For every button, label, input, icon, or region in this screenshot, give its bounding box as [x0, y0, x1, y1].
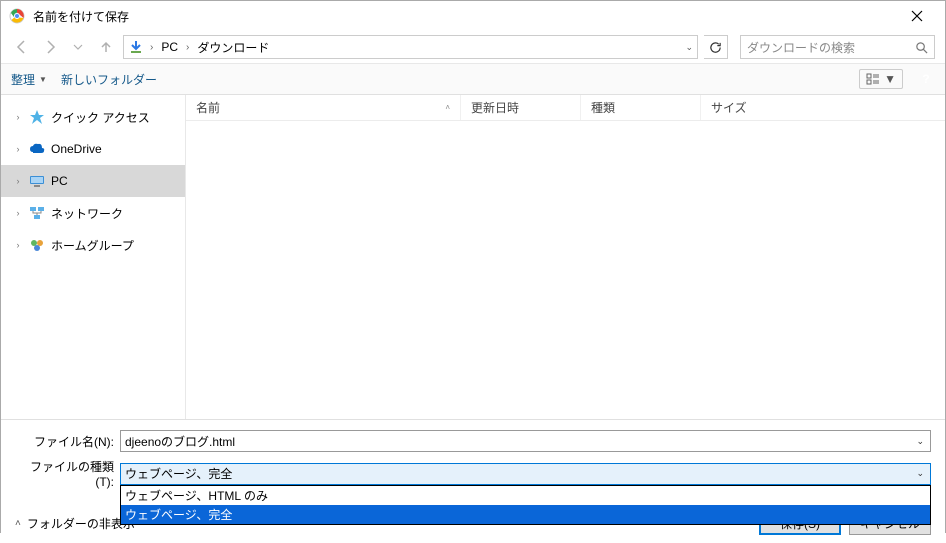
hide-folders-label: フォルダーの非表示 [27, 515, 135, 532]
filetype-option-complete[interactable]: ウェブページ、完全 [121, 505, 930, 524]
chevron-down-icon: ▼ [884, 72, 896, 86]
search-placeholder: ダウンロードの検索 [747, 39, 915, 56]
navigation-bar: › PC › ダウンロード ⌄ ダウンロードの検索 [1, 31, 945, 63]
tree-quick-access[interactable]: › クイック アクセス [1, 101, 185, 133]
folder-tree: › クイック アクセス › OneDrive › PC › ネットワーク › ホ… [1, 95, 186, 419]
save-panel: ファイル名(N): djeenoのブログ.html ⌄ ファイルの種類(T): … [1, 419, 945, 543]
filetype-select[interactable]: ウェブページ、完全 ⌄ ウェブページ、HTML のみ ウェブページ、完全 [120, 463, 931, 485]
search-input[interactable]: ダウンロードの検索 [740, 35, 935, 59]
tree-label: OneDrive [51, 142, 102, 156]
breadcrumb-pc[interactable]: PC [159, 40, 180, 54]
view-options-button[interactable]: ▼ [859, 69, 903, 89]
tree-label: クイック アクセス [51, 109, 150, 126]
tree-pc[interactable]: › PC [1, 165, 185, 197]
chevron-right-icon: › [148, 42, 155, 53]
filetype-option-html-only[interactable]: ウェブページ、HTML のみ [121, 486, 930, 505]
organize-label: 整理 [11, 71, 35, 88]
breadcrumb-downloads[interactable]: ダウンロード [195, 39, 271, 56]
hide-folders-button[interactable]: ˄ フォルダーの非表示 [15, 515, 135, 532]
column-type[interactable]: 種類 [581, 95, 701, 120]
chevron-down-icon: ▼ [39, 75, 47, 84]
filetype-value: ウェブページ、完全 [125, 465, 914, 482]
sort-asc-icon: ˄ [445, 103, 450, 112]
quick-access-icon [29, 109, 45, 125]
help-button[interactable]: ? [917, 70, 935, 88]
list-header: 名前˄ 更新日時 種類 サイズ [186, 95, 945, 121]
address-dropdown-icon[interactable]: ⌄ [685, 42, 693, 53]
expand-icon[interactable]: › [13, 208, 23, 218]
view-icon [866, 73, 880, 85]
address-bar[interactable]: › PC › ダウンロード ⌄ [123, 35, 698, 59]
column-size[interactable]: サイズ [701, 95, 781, 120]
window-title: 名前を付けて保存 [33, 8, 897, 25]
downloads-icon [128, 39, 144, 55]
new-folder-label: 新しいフォルダー [61, 71, 157, 88]
close-button[interactable] [897, 1, 937, 31]
tree-onedrive[interactable]: › OneDrive [1, 133, 185, 165]
organize-button[interactable]: 整理 ▼ [11, 71, 47, 88]
homegroup-icon [29, 237, 45, 253]
tree-homegroup[interactable]: › ホームグループ [1, 229, 185, 261]
tree-label: PC [51, 174, 68, 188]
filetype-dropdown: ウェブページ、HTML のみ ウェブページ、完全 [120, 485, 931, 525]
expand-icon[interactable]: › [13, 176, 23, 186]
filetype-label: ファイルの種類(T): [15, 458, 120, 489]
refresh-button[interactable] [704, 35, 728, 59]
onedrive-icon [29, 141, 45, 157]
forward-button[interactable] [39, 36, 61, 58]
chevron-up-icon: ˄ [15, 518, 21, 529]
filename-label: ファイル名(N): [15, 433, 120, 450]
back-button[interactable] [11, 36, 33, 58]
titlebar: 名前を付けて保存 [1, 1, 945, 31]
expand-icon[interactable]: › [13, 240, 23, 250]
chevron-down-icon[interactable]: ⌄ [914, 468, 926, 479]
tree-label: ホームグループ [51, 237, 134, 254]
new-folder-button[interactable]: 新しいフォルダー [61, 71, 157, 88]
network-icon [29, 205, 45, 221]
filename-value: djeenoのブログ.html [125, 433, 914, 450]
chrome-icon [9, 8, 25, 24]
expand-icon[interactable]: › [13, 144, 23, 154]
search-icon [915, 41, 928, 54]
tree-label: ネットワーク [51, 205, 123, 222]
chevron-down-icon[interactable]: ⌄ [914, 436, 926, 447]
chevron-right-icon: › [184, 42, 191, 53]
file-list[interactable]: 名前˄ 更新日時 種類 サイズ [186, 95, 945, 419]
pc-icon [29, 173, 45, 189]
column-name[interactable]: 名前˄ [186, 95, 461, 120]
tree-network[interactable]: › ネットワーク [1, 197, 185, 229]
expand-icon[interactable]: › [13, 112, 23, 122]
filename-input[interactable]: djeenoのブログ.html ⌄ [120, 430, 931, 452]
toolbar: 整理 ▼ 新しいフォルダー ▼ ? [1, 63, 945, 95]
column-date[interactable]: 更新日時 [461, 95, 581, 120]
up-button[interactable] [95, 36, 117, 58]
recent-dropdown[interactable] [67, 36, 89, 58]
